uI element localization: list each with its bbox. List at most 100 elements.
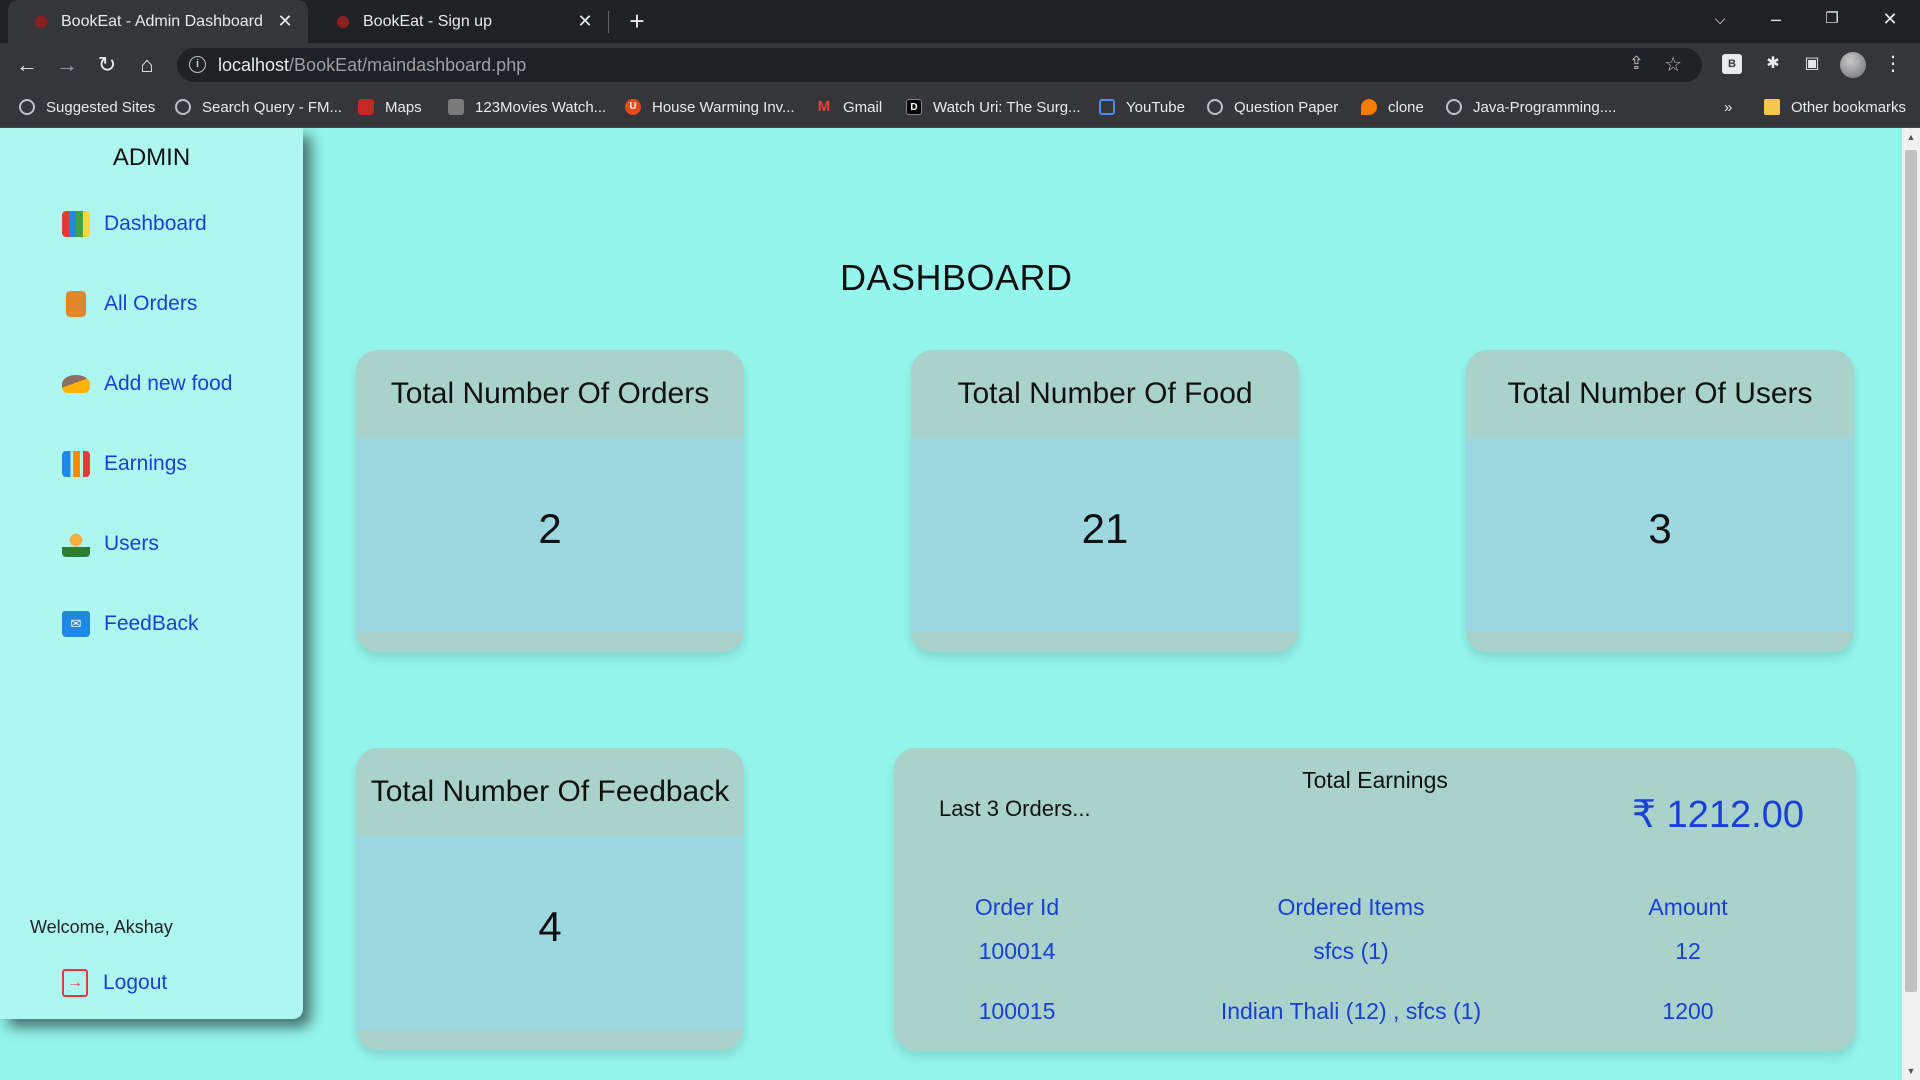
stat-card-title: Total Number Of Food xyxy=(911,350,1299,438)
stat-card-feedback: Total Number Of Feedback 4 xyxy=(356,748,744,1050)
bookmark-maps[interactable]: Maps xyxy=(358,96,422,118)
stat-card-footer xyxy=(911,632,1299,652)
ordered-items-cell: sfcs (1) xyxy=(1313,938,1389,964)
bookmark-watch-uri[interactable]: D Watch Uri: The Surg... xyxy=(906,96,1081,118)
sidebar-item-label: Users xyxy=(104,532,159,555)
sidebar-item-label: FeedBack xyxy=(104,612,199,635)
back-icon[interactable]: ← xyxy=(12,50,42,80)
youtube-icon xyxy=(1099,99,1115,115)
column-header-order-id: Order Id xyxy=(974,894,1060,920)
globe-icon xyxy=(175,99,191,115)
restore-icon[interactable]: ❐ xyxy=(1804,0,1860,40)
maps-icon xyxy=(358,99,374,115)
sidebar-item-dashboard[interactable]: Dashboard xyxy=(62,209,207,239)
bookmark-gmail[interactable]: M Gmail xyxy=(816,96,882,118)
sidebar-item-feedback[interactable]: ✉ FeedBack xyxy=(62,609,199,639)
share-icon[interactable]: ⇪ xyxy=(1629,53,1644,74)
bookmark-java-programming[interactable]: Java-Programming.... xyxy=(1446,96,1616,118)
sidebar-item-all-orders[interactable]: All Orders xyxy=(62,289,197,319)
sidebar-item-add-new-food[interactable]: Add new food xyxy=(62,369,232,399)
minimize-icon[interactable]: – xyxy=(1748,0,1804,40)
tab-search-icon[interactable]: ⌵ xyxy=(1692,0,1748,40)
bookmark-123movies[interactable]: 123Movies Watch... xyxy=(448,96,606,118)
globe-icon xyxy=(1446,99,1462,115)
pin-icon xyxy=(1361,99,1377,115)
page-title: DASHBOARD xyxy=(840,257,1073,298)
menu-kebab-icon[interactable]: ⋮ xyxy=(1882,53,1904,75)
bookmark-label: Java-Programming.... xyxy=(1473,98,1617,116)
bookmark-label: Gmail xyxy=(843,98,883,116)
bookmark-search-query[interactable]: Search Query - FM... xyxy=(175,96,342,118)
d-icon: D xyxy=(906,99,922,115)
amount-cell: 1200 xyxy=(1662,998,1714,1024)
browser-toolbar: ← → ↻ ⌂ i localhost/BookEat/maindashboar… xyxy=(0,43,1920,86)
scroll-down-icon[interactable]: ▼ xyxy=(1902,1066,1920,1076)
url-path: /BookEat/maindashboard.php xyxy=(289,55,527,75)
browser-tab-strip: BookEat - Admin Dashboard ✕ BookEat - Si… xyxy=(0,0,1920,43)
globe-icon xyxy=(19,99,35,115)
recent-orders-heading: Last 3 Orders... xyxy=(939,796,1091,821)
url-host: localhost xyxy=(218,55,290,75)
browser-tab-admin-dashboard[interactable]: BookEat - Admin Dashboard ✕ xyxy=(8,0,308,43)
bookmark-label: House Warming Inv... xyxy=(652,98,795,116)
bookmark-clone[interactable]: clone xyxy=(1361,96,1424,118)
gmail-icon: M xyxy=(817,98,831,115)
tab-close-icon[interactable]: ✕ xyxy=(274,11,296,32)
bookmarks-overflow-icon[interactable]: » xyxy=(1724,96,1732,118)
bookmark-other-bookmarks[interactable]: Other bookmarks xyxy=(1764,96,1906,118)
dashboard-icon xyxy=(62,211,90,237)
order-id-cell: 100015 xyxy=(978,998,1056,1024)
stat-card-footer xyxy=(1466,632,1854,652)
stat-card-users: Total Number Of Users 3 xyxy=(1466,350,1854,652)
sidebar-item-users[interactable]: Users xyxy=(62,529,159,559)
amount-cell: 12 xyxy=(1675,938,1701,964)
stat-card-title: Total Number Of Users xyxy=(1466,350,1854,438)
reload-icon[interactable]: ↻ xyxy=(92,50,122,80)
tab-close-icon[interactable]: ✕ xyxy=(574,11,596,32)
bookmark-youtube[interactable]: YouTube xyxy=(1099,96,1185,118)
page-scrollbar[interactable]: ▲ ▼ xyxy=(1902,128,1920,1080)
side-panel-icon[interactable]: ▣ xyxy=(1801,53,1823,75)
extensions-puzzle-icon[interactable]: ✱ xyxy=(1762,53,1784,75)
earnings-title: Total Earnings xyxy=(1302,767,1448,793)
bookmark-house-warming[interactable]: U House Warming Inv... xyxy=(625,96,795,118)
profile-avatar[interactable] xyxy=(1840,52,1866,78)
stat-card-value: 2 xyxy=(538,505,562,552)
scroll-up-icon[interactable]: ▲ xyxy=(1902,132,1920,142)
logout-label: Logout xyxy=(103,971,168,994)
sidebar-item-label: Dashboard xyxy=(104,212,207,235)
up-icon: U xyxy=(625,99,641,115)
sidebar-item-earnings[interactable]: Earnings xyxy=(62,449,187,479)
address-bar[interactable]: i localhost/BookEat/maindashboard.php ⇪ … xyxy=(177,48,1702,82)
tab-favicon-icon xyxy=(35,15,47,28)
bookmark-label: Search Query - FM... xyxy=(202,98,343,116)
bookmark-star-icon[interactable]: ☆ xyxy=(1664,52,1682,77)
bookmark-label: Watch Uri: The Surg... xyxy=(933,98,1081,116)
scrollbar-thumb[interactable] xyxy=(1905,150,1917,992)
bookmark-suggested-sites[interactable]: Suggested Sites xyxy=(19,96,155,118)
bookmark-label: Maps xyxy=(385,98,422,116)
welcome-message: Welcome, Akshay xyxy=(30,917,173,937)
bookmarks-bar: Suggested Sites Search Query - FM... Map… xyxy=(0,86,1920,128)
bookmark-question-paper[interactable]: Question Paper xyxy=(1207,96,1338,118)
users-icon xyxy=(62,531,90,557)
tab-title: BookEat - Admin Dashboard xyxy=(61,12,263,30)
home-icon[interactable]: ⌂ xyxy=(132,50,162,80)
earnings-panel: Total Earnings Last 3 Orders... ₹ 1212.0… xyxy=(894,748,1856,1051)
orders-icon xyxy=(66,291,86,317)
stat-card-title: Total Number Of Orders xyxy=(356,350,744,438)
admin-sidebar: ADMIN Dashboard All Orders Add new food … xyxy=(0,128,303,1019)
stat-card-footer xyxy=(356,632,744,652)
earnings-amount: ₹ 1212.00 xyxy=(1631,794,1804,836)
logout-icon: → xyxy=(62,969,88,997)
bookmark-label: YouTube xyxy=(1126,98,1185,116)
browser-tab-sign-up[interactable]: BookEat - Sign up ✕ xyxy=(310,0,608,43)
site-info-icon[interactable]: i xyxy=(189,56,206,73)
new-tab-icon[interactable]: + xyxy=(622,6,652,36)
window-close-icon[interactable]: ✕ xyxy=(1862,0,1918,40)
extension-b-icon[interactable]: B xyxy=(1722,54,1742,74)
sidebar-title: ADMIN xyxy=(112,144,191,171)
url-text[interactable]: localhost/BookEat/maindashboard.php xyxy=(218,55,526,76)
logout-button[interactable]: → Logout xyxy=(62,968,167,998)
forward-icon[interactable]: → xyxy=(52,50,82,80)
